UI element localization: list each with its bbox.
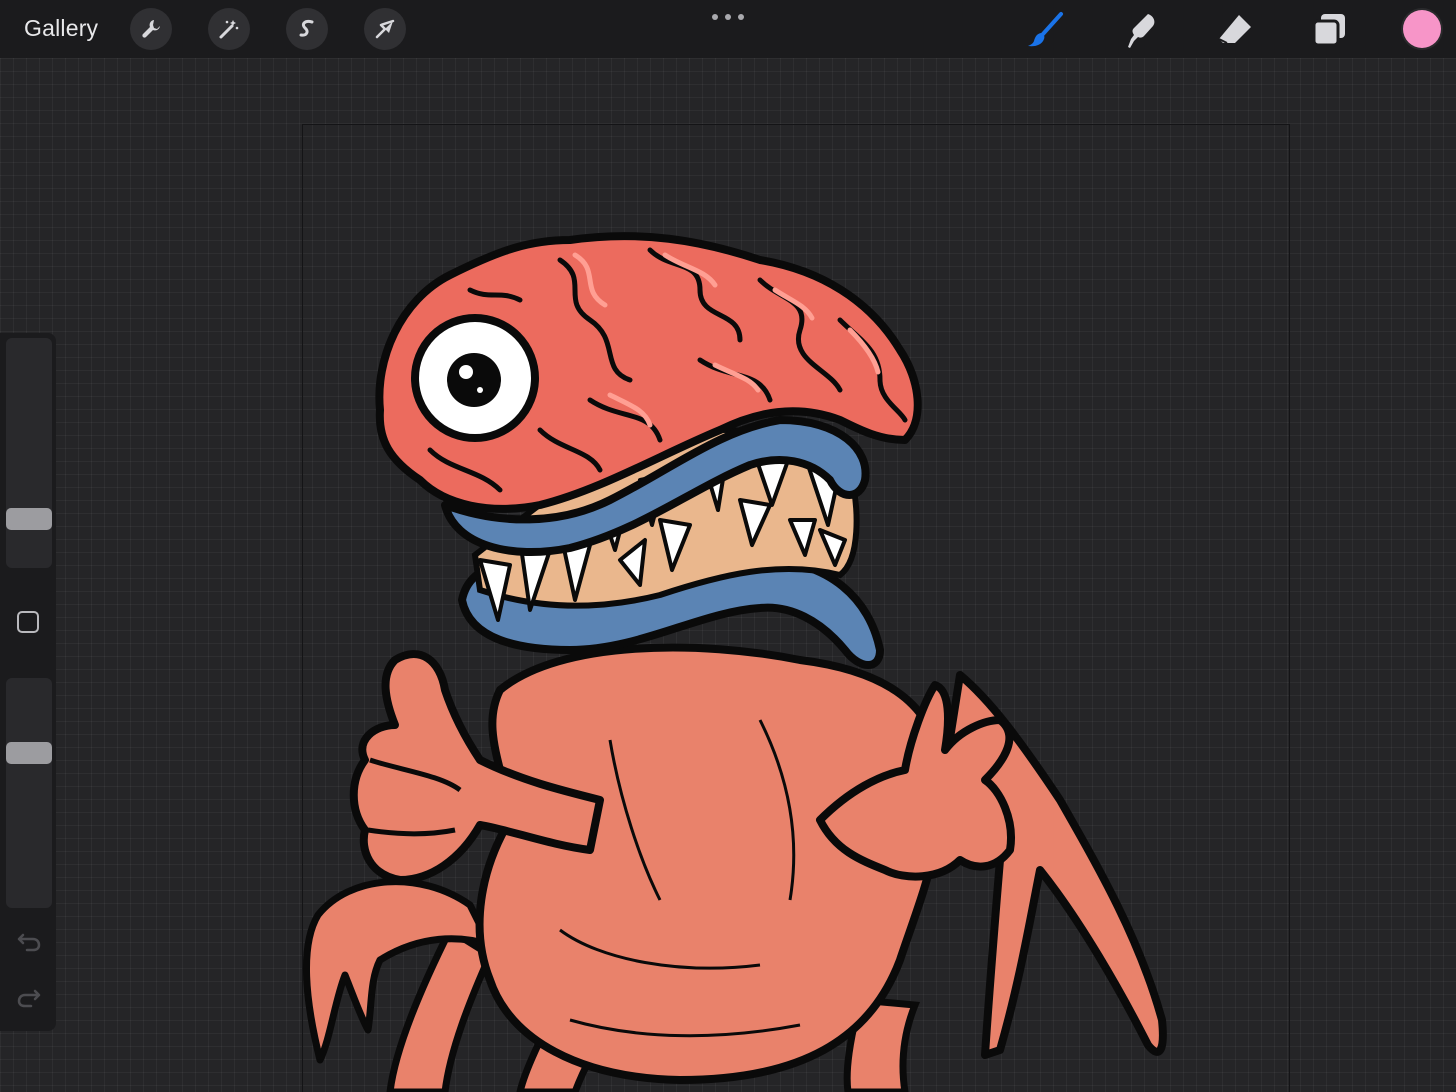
layers-icon[interactable] <box>1310 10 1350 50</box>
brush-size-thumb[interactable] <box>6 508 52 530</box>
left-sidebar <box>0 333 56 1031</box>
brush-size-slider[interactable] <box>6 338 52 568</box>
artwork[interactable] <box>0 0 1456 1092</box>
redo-arrow-icon[interactable] <box>15 985 43 1009</box>
gallery-button[interactable]: Gallery <box>24 15 98 42</box>
undo-arrow-icon[interactable] <box>15 929 43 953</box>
actions-button[interactable] <box>130 8 172 50</box>
opacity-slider[interactable] <box>6 678 52 908</box>
arrow-cursor-icon <box>375 19 395 39</box>
selection-button[interactable] <box>286 8 328 50</box>
color-picker-button[interactable] <box>1403 10 1441 48</box>
eraser-icon[interactable] <box>1215 10 1255 50</box>
adjustments-button[interactable] <box>208 8 250 50</box>
wrench-icon <box>142 20 160 38</box>
smudge-finger-icon[interactable] <box>1120 10 1160 50</box>
transform-button[interactable] <box>364 8 406 50</box>
magic-wand-icon <box>219 20 239 39</box>
brush-icon[interactable] <box>1025 10 1065 50</box>
opacity-thumb[interactable] <box>6 742 52 764</box>
more-dots-icon[interactable] <box>712 11 744 23</box>
top-toolbar: Gallery <box>0 0 1456 58</box>
selection-s-icon <box>299 20 314 37</box>
square-outline-icon[interactable] <box>17 611 39 633</box>
